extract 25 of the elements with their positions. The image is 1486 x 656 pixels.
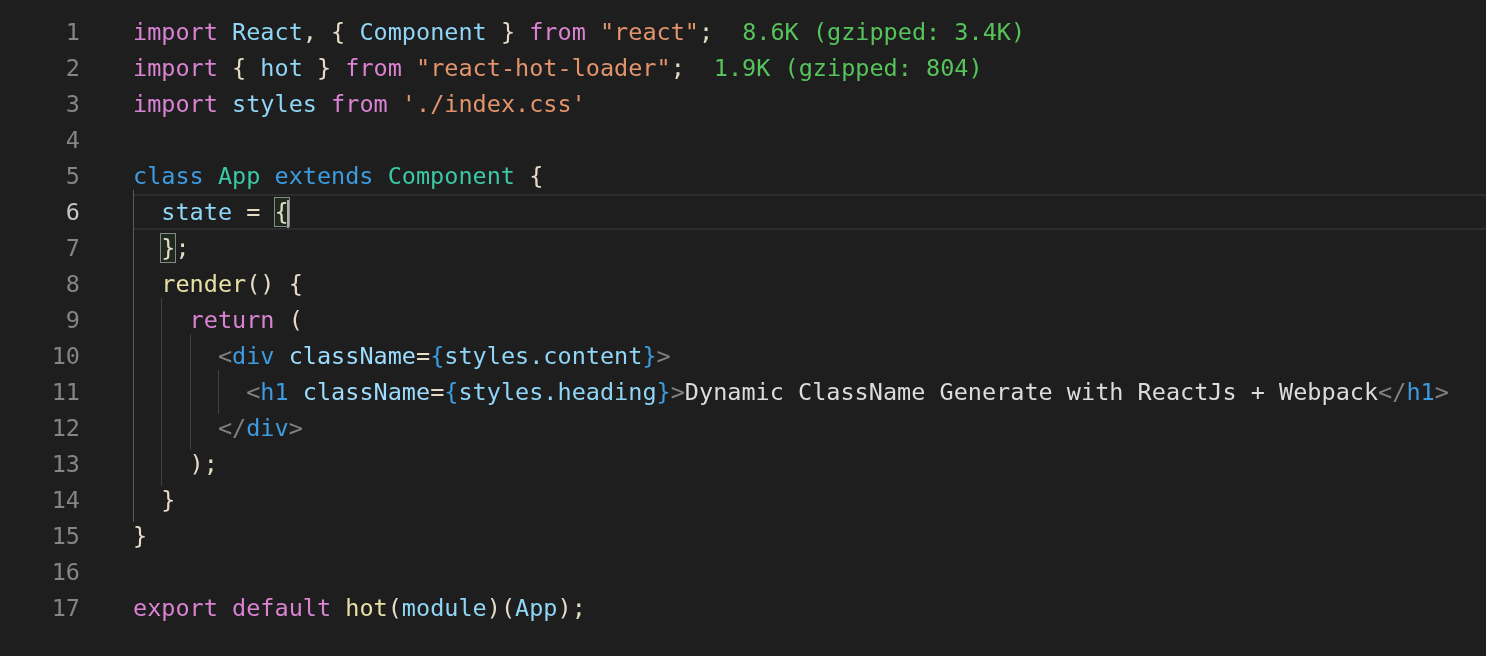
- line-number: 17: [50, 594, 80, 622]
- line-number: 13: [50, 450, 80, 478]
- import-size-label: 8.6K (gzipped: 3.4K): [742, 18, 1026, 46]
- line-number: 9: [64, 306, 80, 334]
- line-number: 1: [64, 18, 80, 46]
- line-number: 12: [50, 414, 80, 442]
- line-number: 11: [50, 378, 80, 406]
- code-line: class App extends Component {: [133, 161, 544, 192]
- line-number: 6: [64, 198, 80, 226]
- code-line: import React, { Component } from "react";: [133, 17, 714, 48]
- line-number: 5: [64, 162, 80, 190]
- line-number: 4: [64, 126, 80, 154]
- import-size-label: 1.9K (gzipped: 804): [713, 54, 983, 82]
- line-number: 10: [50, 342, 80, 370]
- line-number: 15: [50, 522, 80, 550]
- line-number: 7: [64, 234, 80, 262]
- code-line: import { hot } from "react-hot-loader";: [133, 53, 685, 84]
- code-line: export default hot(module)(App);: [133, 593, 586, 624]
- line-number: 16: [50, 558, 80, 586]
- line-number: 2: [64, 54, 80, 82]
- code-line: }: [133, 521, 148, 552]
- line-number: 3: [64, 90, 80, 118]
- line-number: 14: [50, 486, 80, 514]
- code-line: import styles from './index.css': [133, 89, 586, 120]
- line-number: 8: [64, 270, 80, 298]
